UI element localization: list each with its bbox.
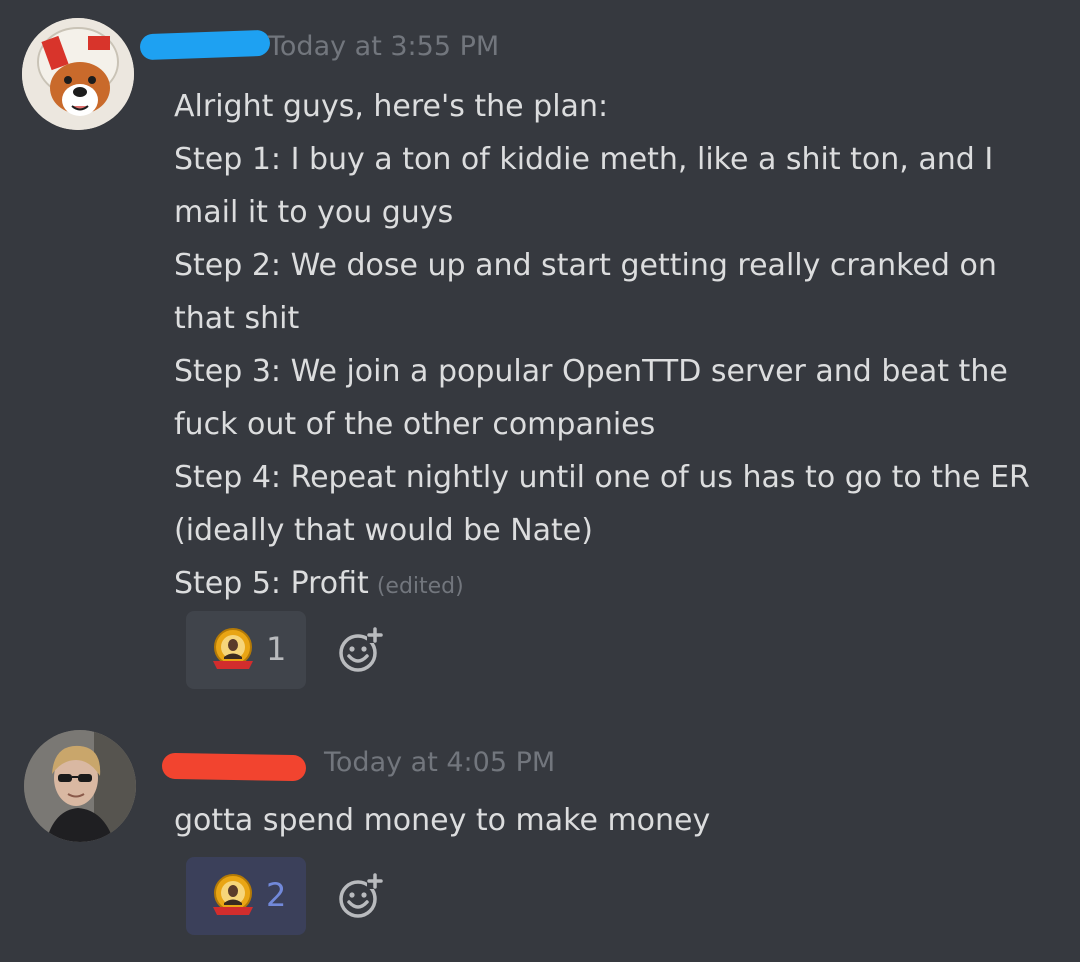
add-reaction-icon[interactable] — [336, 625, 386, 675]
message-2: Today at 4:05 PM gotta spend money to ma… — [0, 720, 1080, 962]
message-line-last: Step 5: Profit (edited) — [174, 557, 1054, 613]
message-1: Today at 3:55 PM Alright guys, here's th… — [0, 0, 1080, 700]
edited-label: (edited) — [376, 574, 464, 599]
message-line: Step 3: We join a popular OpenTTD server… — [174, 354, 1008, 389]
username-redaction — [139, 29, 271, 61]
reaction-button[interactable]: 1 — [186, 611, 306, 689]
reaction-button[interactable]: 2 — [186, 857, 306, 935]
message-content: Alright guys, here's the plan: Step 1: I… — [174, 80, 1054, 613]
message-line: Step 1: I buy a ton of kiddie meth, like… — [174, 142, 994, 177]
person-sunglasses-avatar-icon — [24, 730, 136, 842]
medal-portrait-emoji-icon — [213, 628, 253, 669]
message-line-text: Step 5: Profit — [174, 566, 369, 601]
timestamp: Today at 3:55 PM — [268, 31, 500, 62]
message-line: gotta spend money to make money — [174, 803, 711, 838]
avatar[interactable] — [22, 18, 134, 130]
message-line: Alright guys, here's the plan: — [174, 89, 609, 124]
add-reaction-icon[interactable] — [336, 871, 386, 921]
reaction-count: 2 — [266, 876, 287, 914]
message-line: that shit — [174, 301, 300, 336]
message-line: Step 2: We dose up and start getting rea… — [174, 248, 997, 283]
message-line: (ideally that would be Nate) — [174, 513, 593, 548]
reaction-count: 1 — [266, 630, 287, 668]
medal-portrait-emoji-icon — [213, 874, 253, 915]
dog-pilot-avatar-icon — [22, 18, 134, 130]
message-content: gotta spend money to make money — [174, 794, 1054, 847]
message-line: mail it to you guys — [174, 195, 454, 230]
message-line: fuck out of the other companies — [174, 407, 656, 442]
message-line: Step 4: Repeat nightly until one of us h… — [174, 460, 1030, 495]
username-redaction — [161, 752, 307, 782]
timestamp: Today at 4:05 PM — [324, 747, 556, 778]
avatar[interactable] — [24, 730, 136, 842]
